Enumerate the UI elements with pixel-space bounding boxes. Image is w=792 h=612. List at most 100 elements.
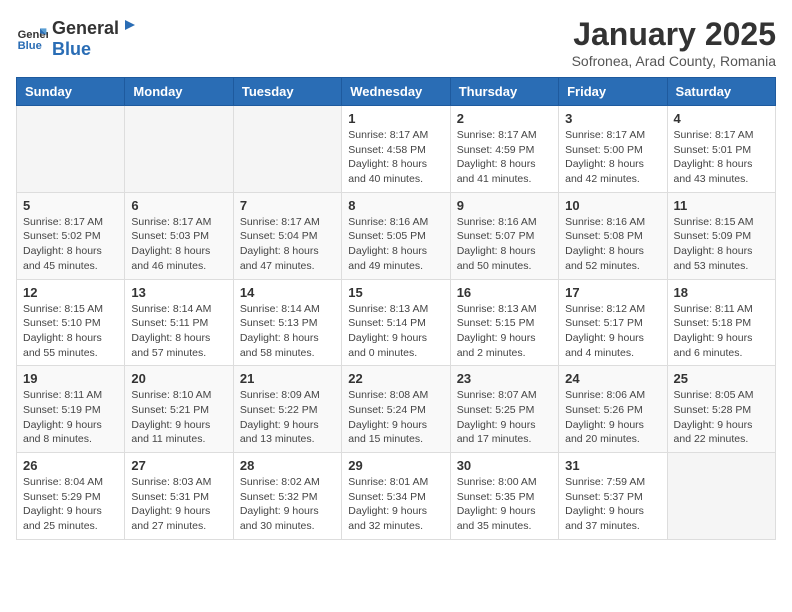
- day-number: 4: [674, 111, 769, 126]
- weekday-header-thursday: Thursday: [450, 78, 558, 106]
- day-info: Sunrise: 8:06 AMSunset: 5:26 PMDaylight:…: [565, 388, 660, 447]
- day-info: Sunrise: 8:03 AMSunset: 5:31 PMDaylight:…: [131, 475, 226, 534]
- calendar-cell: 13 Sunrise: 8:14 AMSunset: 5:11 PMDayligh…: [125, 279, 233, 366]
- day-info: Sunrise: 8:17 AMSunset: 5:01 PMDaylight:…: [674, 128, 769, 187]
- calendar-week-row: 19 Sunrise: 8:11 AMSunset: 5:19 PMDayligh…: [17, 366, 776, 453]
- calendar-cell: 17 Sunrise: 8:12 AMSunset: 5:17 PMDayligh…: [559, 279, 667, 366]
- calendar-cell: 9Sunrise: 8:16 AMSunset: 5:07 PMDaylight…: [450, 192, 558, 279]
- day-number: 7: [240, 198, 335, 213]
- calendar-cell: 21 Sunrise: 8:09 AMSunset: 5:22 PMDayligh…: [233, 366, 341, 453]
- day-number: 1: [348, 111, 443, 126]
- logo-arrow-icon: [121, 16, 139, 34]
- calendar-cell: 12Sunrise: 8:15 AMSunset: 5:10 PMDayligh…: [17, 279, 125, 366]
- day-info: Sunrise: 8:11 AMSunset: 5:18 PMDaylight:…: [674, 302, 769, 361]
- day-info: Sunrise: 8:17 AMSunset: 5:03 PMDaylight:…: [131, 215, 226, 274]
- calendar-cell: 1 Sunrise: 8:17 AMSunset: 4:58 PMDaylight…: [342, 106, 450, 193]
- calendar-cell: 28 Sunrise: 8:02 AMSunset: 5:32 PMDayligh…: [233, 453, 341, 540]
- calendar-cell: 6 Sunrise: 8:17 AMSunset: 5:03 PMDaylight…: [125, 192, 233, 279]
- day-number: 27: [131, 458, 226, 473]
- calendar-cell: 8Sunrise: 8:16 AMSunset: 5:05 PMDaylight…: [342, 192, 450, 279]
- day-info: Sunrise: 8:05 AMSunset: 5:28 PMDaylight:…: [674, 388, 769, 447]
- day-info: Sunrise: 8:13 AMSunset: 5:15 PMDaylight:…: [457, 302, 552, 361]
- calendar-subtitle: Sofronea, Arad County, Romania: [572, 53, 776, 69]
- day-number: 25: [674, 371, 769, 386]
- day-number: 8: [348, 198, 443, 213]
- calendar-cell: 22 Sunrise: 8:08 AMSunset: 5:24 PMDayligh…: [342, 366, 450, 453]
- calendar-cell: 11Sunrise: 8:15 AMSunset: 5:09 PMDayligh…: [667, 192, 775, 279]
- day-info: Sunrise: 8:04 AMSunset: 5:29 PMDaylight:…: [23, 475, 118, 534]
- calendar-week-row: 5Sunrise: 8:17 AMSunset: 5:02 PMDaylight…: [17, 192, 776, 279]
- title-section: January 2025 Sofronea, Arad County, Roma…: [572, 16, 776, 69]
- calendar-cell: [667, 453, 775, 540]
- day-info: Sunrise: 8:12 AMSunset: 5:17 PMDaylight:…: [565, 302, 660, 361]
- calendar-cell: 25 Sunrise: 8:05 AMSunset: 5:28 PMDayligh…: [667, 366, 775, 453]
- day-info: Sunrise: 8:16 AMSunset: 5:07 PMDaylight:…: [457, 215, 552, 274]
- day-info: Sunrise: 8:15 AMSunset: 5:09 PMDaylight:…: [674, 215, 769, 274]
- day-number: 6: [131, 198, 226, 213]
- day-number: 31: [565, 458, 660, 473]
- day-info: Sunrise: 8:13 AMSunset: 5:14 PMDaylight:…: [348, 302, 443, 361]
- day-info: Sunrise: 8:10 AMSunset: 5:21 PMDaylight:…: [131, 388, 226, 447]
- day-number: 24: [565, 371, 660, 386]
- svg-text:Blue: Blue: [18, 40, 42, 52]
- day-info: Sunrise: 8:02 AMSunset: 5:32 PMDaylight:…: [240, 475, 335, 534]
- day-info: Sunrise: 8:14 AMSunset: 5:13 PMDaylight:…: [240, 302, 335, 361]
- day-info: Sunrise: 7:59 AMSunset: 5:37 PMDaylight:…: [565, 475, 660, 534]
- calendar-cell: [17, 106, 125, 193]
- calendar-cell: 27 Sunrise: 8:03 AMSunset: 5:31 PMDayligh…: [125, 453, 233, 540]
- day-info: Sunrise: 8:14 AMSunset: 5:11 PMDaylight:…: [131, 302, 226, 361]
- day-number: 28: [240, 458, 335, 473]
- calendar-cell: 5Sunrise: 8:17 AMSunset: 5:02 PMDaylight…: [17, 192, 125, 279]
- day-info: Sunrise: 8:09 AMSunset: 5:22 PMDaylight:…: [240, 388, 335, 447]
- calendar-cell: 2Sunrise: 8:17 AMSunset: 4:59 PMDaylight…: [450, 106, 558, 193]
- calendar-week-row: 1 Sunrise: 8:17 AMSunset: 4:58 PMDaylight…: [17, 106, 776, 193]
- weekday-header-monday: Monday: [125, 78, 233, 106]
- day-number: 26: [23, 458, 118, 473]
- day-number: 17: [565, 285, 660, 300]
- calendar-cell: 3 Sunrise: 8:17 AMSunset: 5:00 PMDaylight…: [559, 106, 667, 193]
- day-info: Sunrise: 8:16 AMSunset: 5:08 PMDaylight:…: [565, 215, 660, 274]
- calendar-cell: 20Sunrise: 8:10 AMSunset: 5:21 PMDayligh…: [125, 366, 233, 453]
- day-info: Sunrise: 8:17 AMSunset: 4:58 PMDaylight:…: [348, 128, 443, 187]
- day-number: 30: [457, 458, 552, 473]
- day-info: Sunrise: 8:08 AMSunset: 5:24 PMDaylight:…: [348, 388, 443, 447]
- day-info: Sunrise: 8:07 AMSunset: 5:25 PMDaylight:…: [457, 388, 552, 447]
- day-number: 10: [565, 198, 660, 213]
- calendar-cell: 14 Sunrise: 8:14 AMSunset: 5:13 PMDayligh…: [233, 279, 341, 366]
- calendar-cell: 7 Sunrise: 8:17 AMSunset: 5:04 PMDaylight…: [233, 192, 341, 279]
- logo-general: General: [52, 18, 119, 39]
- weekday-header-wednesday: Wednesday: [342, 78, 450, 106]
- calendar-cell: 31 Sunrise: 7:59 AMSunset: 5:37 PMDayligh…: [559, 453, 667, 540]
- day-info: Sunrise: 8:11 AMSunset: 5:19 PMDaylight:…: [23, 388, 118, 447]
- day-info: Sunrise: 8:17 AMSunset: 4:59 PMDaylight:…: [457, 128, 552, 187]
- calendar-title: January 2025: [572, 16, 776, 53]
- day-info: Sunrise: 8:17 AMSunset: 5:04 PMDaylight:…: [240, 215, 335, 274]
- calendar-cell: 23Sunrise: 8:07 AMSunset: 5:25 PMDayligh…: [450, 366, 558, 453]
- calendar-week-row: 26 Sunrise: 8:04 AMSunset: 5:29 PMDayligh…: [17, 453, 776, 540]
- calendar-cell: 29Sunrise: 8:01 AMSunset: 5:34 PMDayligh…: [342, 453, 450, 540]
- day-number: 14: [240, 285, 335, 300]
- weekday-header-friday: Friday: [559, 78, 667, 106]
- day-number: 16: [457, 285, 552, 300]
- day-number: 19: [23, 371, 118, 386]
- day-info: Sunrise: 8:00 AMSunset: 5:35 PMDaylight:…: [457, 475, 552, 534]
- logo-blue: Blue: [52, 39, 139, 60]
- day-number: 13: [131, 285, 226, 300]
- day-number: 21: [240, 371, 335, 386]
- calendar-cell: 18 Sunrise: 8:11 AMSunset: 5:18 PMDayligh…: [667, 279, 775, 366]
- calendar-cell: 16 Sunrise: 8:13 AMSunset: 5:15 PMDayligh…: [450, 279, 558, 366]
- day-number: 22: [348, 371, 443, 386]
- day-number: 18: [674, 285, 769, 300]
- weekday-header-sunday: Sunday: [17, 78, 125, 106]
- calendar-cell: [125, 106, 233, 193]
- calendar-cell: 19 Sunrise: 8:11 AMSunset: 5:19 PMDayligh…: [17, 366, 125, 453]
- calendar-cell: 26 Sunrise: 8:04 AMSunset: 5:29 PMDayligh…: [17, 453, 125, 540]
- day-number: 12: [23, 285, 118, 300]
- calendar-cell: 4 Sunrise: 8:17 AMSunset: 5:01 PMDaylight…: [667, 106, 775, 193]
- page-header: General Blue General Blue January 2025 S…: [16, 16, 776, 69]
- day-info: Sunrise: 8:17 AMSunset: 5:00 PMDaylight:…: [565, 128, 660, 187]
- day-info: Sunrise: 8:17 AMSunset: 5:02 PMDaylight:…: [23, 215, 118, 274]
- weekday-header-row: SundayMondayTuesdayWednesdayThursdayFrid…: [17, 78, 776, 106]
- logo: General Blue General Blue: [16, 16, 139, 60]
- day-number: 3: [565, 111, 660, 126]
